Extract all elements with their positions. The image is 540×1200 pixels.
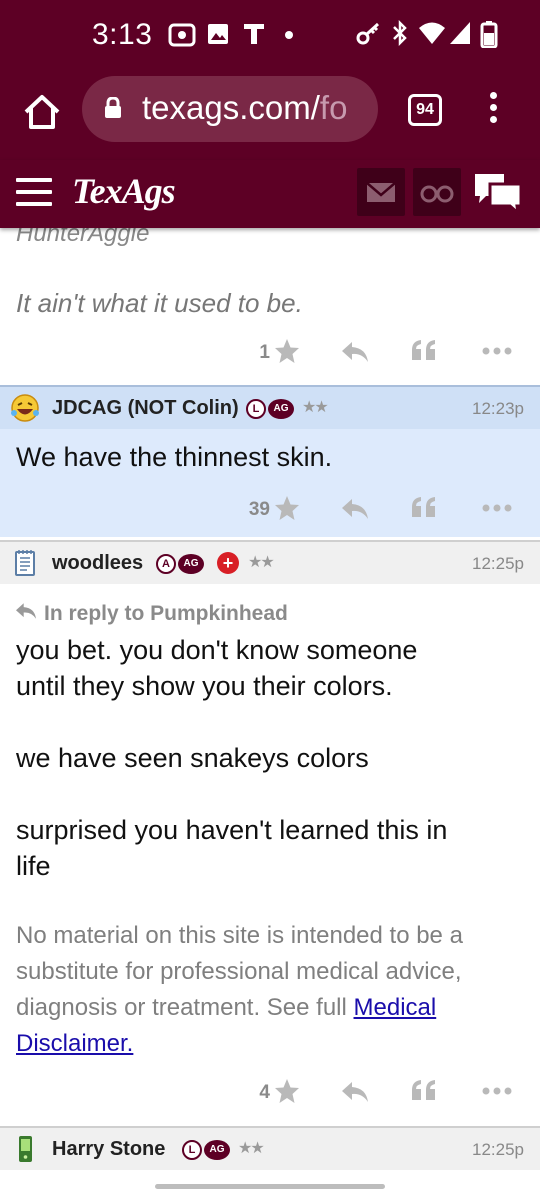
quote-icon[interactable] [410, 1078, 438, 1104]
post-header: woodlees A AG + ★★ 12:25p [0, 540, 540, 584]
post-header: Harry Stone L AG ★★ 12:25p [0, 1126, 540, 1170]
browser-toolbar: texags.com/fo 94 [0, 72, 540, 160]
laughing-emoji-icon [11, 394, 39, 422]
account-badge: A [156, 554, 176, 574]
like-count: 39 [248, 499, 270, 520]
tab-switcher-button[interactable]: 94 [408, 94, 442, 126]
like-count: 1 [259, 342, 270, 363]
key-icon [356, 22, 380, 45]
ag-badge: AG [178, 554, 204, 574]
post-header: JDCAG (NOT Colin) L AG ★★ 12:23p [0, 385, 540, 429]
quoted-author: HunterAggie [16, 228, 150, 247]
rank-stars: ★★ [302, 399, 329, 416]
reply-arrow-icon [16, 603, 36, 619]
overflow-menu-icon[interactable] [486, 92, 500, 132]
status-time: 3:13 [92, 18, 153, 51]
notepad-icon [15, 550, 35, 576]
site-header: TexAgs [0, 160, 540, 228]
reply-icon[interactable] [340, 1079, 370, 1105]
image-icon [208, 24, 228, 44]
star-icon[interactable] [274, 493, 300, 523]
post-quote-text: It ain't what it used to be. [16, 288, 303, 318]
envelope-icon [366, 182, 396, 202]
post-time: 12:25p [472, 1140, 524, 1159]
more-icon[interactable] [482, 346, 512, 356]
ag-badge: AG [204, 1140, 230, 1160]
t-icon [244, 24, 264, 44]
bluetooth-icon [393, 20, 407, 46]
post-text-line: you bet. you don't know someone [16, 635, 418, 665]
more-icon[interactable] [482, 503, 512, 513]
like-count: 4 [259, 1082, 270, 1103]
watch-button[interactable] [413, 168, 461, 216]
post-actions: 4 [0, 1076, 540, 1112]
url-path: fo [319, 89, 348, 126]
medical-disclaimer: No material on this site is intended to … [16, 918, 516, 1062]
hamburger-menu-icon[interactable] [16, 178, 52, 206]
lifetime-badge: L [246, 399, 266, 419]
post-text-line: we have seen snakeys colors [16, 743, 369, 773]
star-icon[interactable] [274, 336, 300, 366]
reply-icon[interactable] [340, 496, 370, 522]
lifetime-badge: L [182, 1140, 202, 1160]
star-icon[interactable] [274, 1076, 300, 1106]
site-logo[interactable]: TexAgs [72, 170, 176, 212]
more-icon[interactable] [482, 1086, 512, 1096]
rank-stars: ★★ [238, 1140, 265, 1157]
rank-stars: ★★ [248, 554, 275, 571]
post-author[interactable]: Harry Stone [52, 1138, 165, 1161]
dot-icon [285, 31, 293, 39]
gesture-navigation-bar[interactable] [155, 1184, 385, 1189]
post-actions: 39 [0, 493, 540, 529]
signal-icon [450, 22, 470, 44]
lock-icon [105, 97, 121, 118]
radio-icon [168, 23, 196, 47]
ag-badge: AG [268, 399, 294, 419]
phone-icon [19, 1136, 32, 1162]
quote-icon[interactable] [410, 338, 438, 364]
address-bar[interactable]: texags.com/fo [82, 76, 378, 142]
home-icon[interactable] [20, 90, 64, 134]
reply-icon[interactable] [340, 339, 370, 365]
battery-icon [480, 21, 498, 48]
post-time: 12:23p [472, 399, 524, 418]
post-body: We have the thinnest skin. 39 [0, 429, 540, 537]
quote-icon[interactable] [410, 495, 438, 521]
post-author[interactable]: JDCAG (NOT Colin) [52, 397, 239, 420]
post-text-line: life [16, 851, 51, 881]
post-text: We have the thinnest skin. [16, 442, 333, 472]
post-text-line: surprised you haven't learned this in [16, 815, 448, 845]
reply-to-link[interactable]: In reply to Pumpkinhead [44, 602, 288, 626]
medical-badge: + [217, 552, 239, 574]
wifi-icon [419, 22, 445, 44]
url-domain: texags.com/ [142, 89, 320, 126]
mail-button[interactable] [357, 168, 405, 216]
chat-icon[interactable] [472, 170, 524, 216]
url-text: texags.com/fo [142, 89, 347, 127]
thread-content: HunterAggie It ain't what it used to be.… [0, 228, 540, 1200]
post-time: 12:25p [472, 554, 524, 573]
status-bar: 3:13 [0, 0, 540, 72]
post-text-line: until they show you their colors. [16, 671, 393, 701]
binoculars-icon [420, 185, 454, 203]
post-actions: 1 [0, 336, 540, 372]
post-author[interactable]: woodlees [52, 552, 143, 575]
